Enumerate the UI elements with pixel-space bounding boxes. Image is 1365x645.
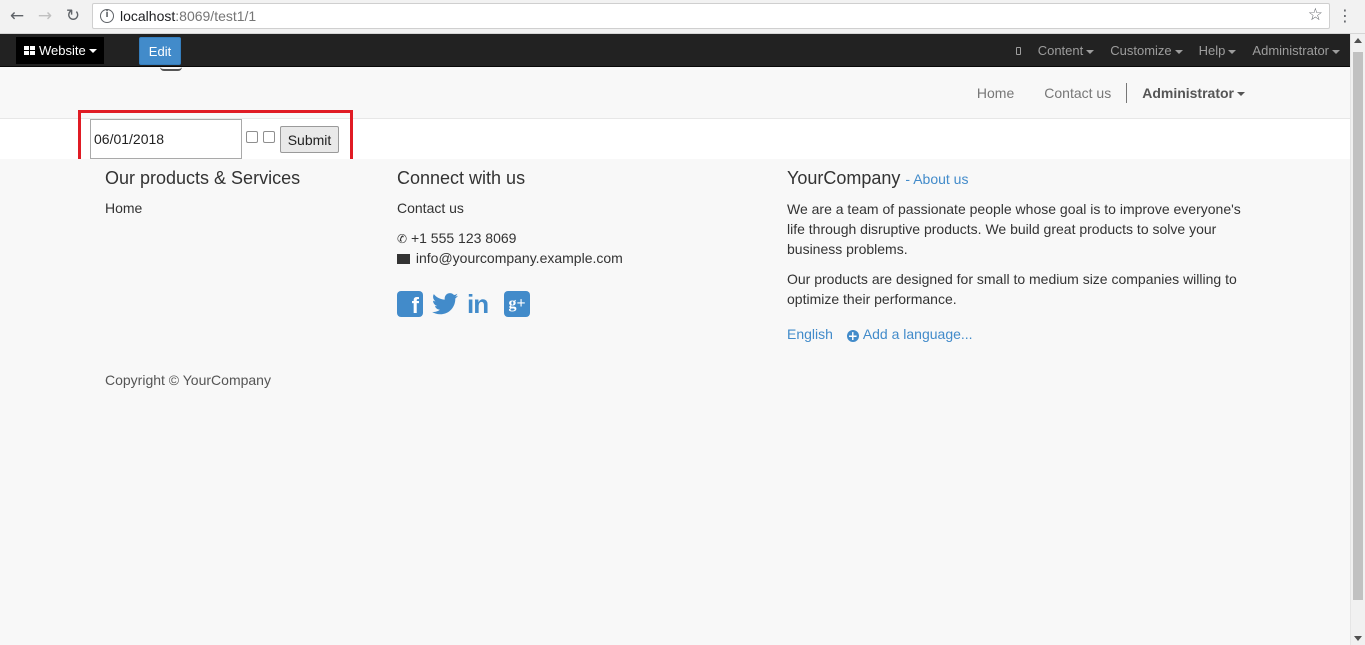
website-menu-label: Website xyxy=(39,43,86,58)
content-menu-label: Content xyxy=(1037,43,1084,58)
help-menu-label: Help xyxy=(1198,43,1226,58)
social-icons: f in g+ xyxy=(397,291,539,317)
products-title: Our products & Services xyxy=(105,168,301,188)
about-paragraph-1: We are a team of passionate people whose… xyxy=(787,201,1241,257)
add-language-link[interactable]: + Add a language... xyxy=(846,326,973,343)
email-address[interactable]: info@yourcompany.example.com xyxy=(416,250,623,266)
plus-circle-icon: + xyxy=(846,329,859,343)
topbar-right-menu: Content Customize Help Administrator xyxy=(1000,34,1350,67)
nav-contact-link[interactable]: Contact us xyxy=(1044,85,1111,101)
copyright: Copyright © YourCompany xyxy=(105,372,271,388)
admin-menu-label: Administrator xyxy=(1252,43,1329,58)
caret-down-icon xyxy=(1332,49,1340,54)
checkbox-1[interactable] xyxy=(246,131,258,143)
footer-contact-link[interactable]: Contact us xyxy=(397,200,464,216)
url-host: localhost xyxy=(120,8,176,24)
url-path: :8069/test1/1 xyxy=(175,8,257,24)
phone-line: ✆ +1 555 123 8069 xyxy=(397,230,516,246)
reload-icon[interactable]: ↻ xyxy=(62,5,84,27)
apps-grid-icon xyxy=(24,46,35,55)
forward-arrow-icon[interactable]: → xyxy=(34,5,56,27)
nav-home-link[interactable]: Home xyxy=(977,85,1014,101)
mobile-preview-icon[interactable] xyxy=(1015,43,1022,58)
address-bar[interactable]: i localhost:8069/test1/1 ☆ xyxy=(92,3,1330,29)
about-paragraph-2: Our products are designed for small to m… xyxy=(787,271,1237,307)
address-url: localhost:8069/test1/1 xyxy=(120,8,256,24)
submit-button[interactable]: Submit xyxy=(280,126,339,153)
linkedin-icon[interactable]: in xyxy=(467,291,495,317)
edit-button[interactable]: Edit xyxy=(139,37,181,65)
google-plus-icon[interactable]: g+ xyxy=(504,291,530,317)
logo-fragment xyxy=(160,67,182,71)
customize-menu-label: Customize xyxy=(1110,43,1172,58)
customize-menu[interactable]: Customize xyxy=(1110,43,1183,58)
nav-admin-menu[interactable]: Administrator xyxy=(1142,85,1245,101)
email-line: info@yourcompany.example.com xyxy=(397,250,623,266)
browser-chrome: ← → ↻ i localhost:8069/test1/1 ☆ ⋮ xyxy=(0,0,1365,34)
scroll-thumb[interactable] xyxy=(1353,52,1363,600)
page-scrollbar[interactable] xyxy=(1350,34,1365,645)
caret-down-icon xyxy=(88,48,97,53)
phone-icon: ✆ xyxy=(397,232,408,246)
caret-down-icon xyxy=(1228,49,1237,54)
footer-home-link[interactable]: Home xyxy=(105,200,142,216)
nav-divider xyxy=(1126,83,1128,103)
admin-menu[interactable]: Administrator xyxy=(1252,43,1340,58)
envelope-icon xyxy=(397,254,410,264)
nav-admin-label: Administrator xyxy=(1142,85,1234,101)
scroll-down-arrow-icon[interactable] xyxy=(1354,636,1362,641)
twitter-icon[interactable] xyxy=(432,291,458,317)
scroll-up-arrow-icon[interactable] xyxy=(1354,38,1362,43)
browser-menu-icon[interactable]: ⋮ xyxy=(1337,6,1353,26)
language-bar: English + Add a language... xyxy=(787,326,973,342)
caret-down-icon xyxy=(1086,49,1095,54)
caret-down-icon xyxy=(1237,92,1245,97)
website-menu-button[interactable]: Website xyxy=(16,37,104,64)
about-us-link[interactable]: - About us xyxy=(905,171,968,187)
company-title: YourCompany xyxy=(787,168,901,188)
info-icon[interactable]: i xyxy=(100,9,114,23)
add-language-label: Add a language... xyxy=(862,326,973,342)
site-nav: Home Contact us Administrator xyxy=(947,67,1245,119)
editor-topbar: Website Edit Content Customize Help Admi… xyxy=(0,34,1350,67)
caret-down-icon xyxy=(1174,49,1183,54)
connect-title: Connect with us xyxy=(397,168,526,188)
help-menu[interactable]: Help xyxy=(1199,43,1237,58)
company-title-line: YourCompany - About us xyxy=(787,168,968,189)
checkbox-2[interactable] xyxy=(263,131,275,143)
content-menu[interactable]: Content xyxy=(1038,43,1095,58)
bookmark-star-icon[interactable]: ☆ xyxy=(1308,5,1323,25)
date-input[interactable]: 06/01/2018 xyxy=(90,119,242,159)
language-english-link[interactable]: English xyxy=(787,326,833,342)
back-arrow-icon[interactable]: ← xyxy=(6,5,28,27)
facebook-icon[interactable]: f xyxy=(397,291,423,317)
phone-number: +1 555 123 8069 xyxy=(410,230,517,246)
